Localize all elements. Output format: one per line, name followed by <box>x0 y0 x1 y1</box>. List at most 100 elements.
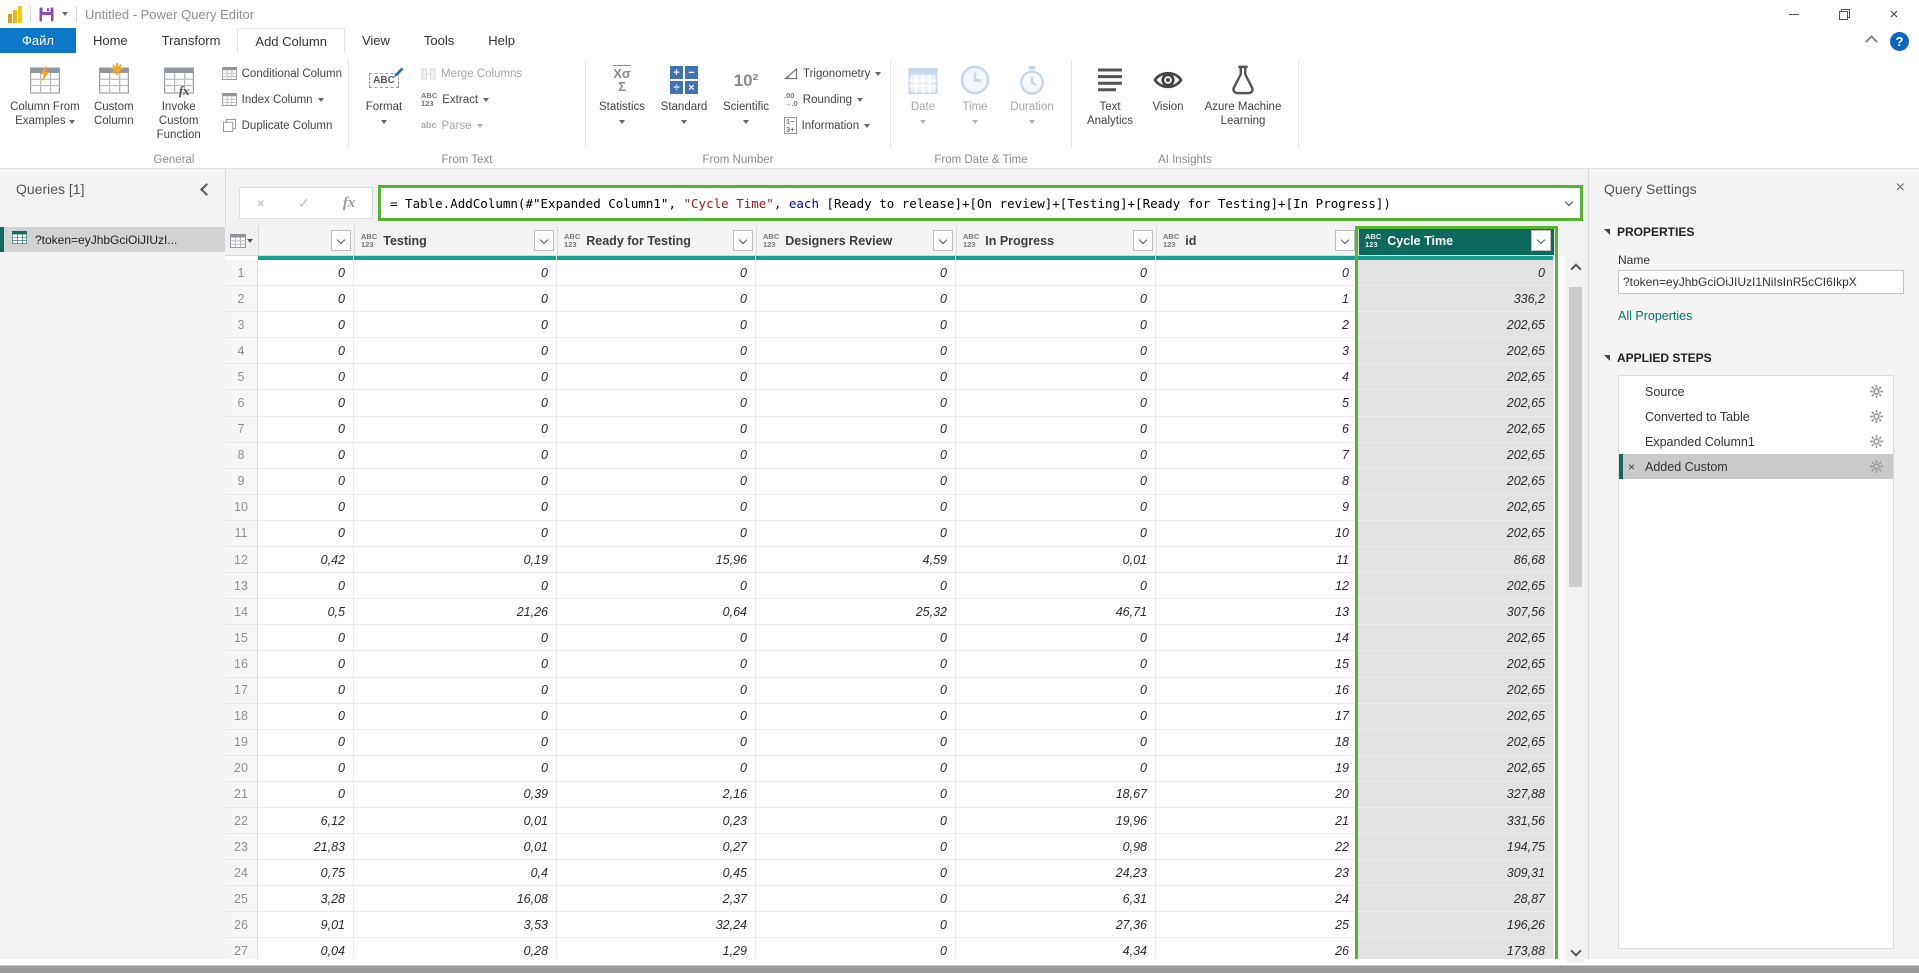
commit-formula-icon[interactable]: ✓ <box>298 195 310 212</box>
column-header-id[interactable]: ABC123id <box>1157 226 1359 256</box>
cell[interactable]: 0 <box>557 730 756 756</box>
row-number[interactable]: 20 <box>225 756 258 782</box>
format-button[interactable]: ABC Format <box>358 59 410 129</box>
cell[interactable]: 15,96 <box>557 547 756 573</box>
duration-button[interactable]: Duration <box>1004 59 1060 129</box>
row-number[interactable]: 14 <box>225 599 258 625</box>
statistics-button[interactable]: XσΣ Statistics <box>595 59 649 129</box>
cell[interactable]: 0 <box>258 651 354 677</box>
cell[interactable]: 0 <box>756 417 956 443</box>
cell[interactable]: 331,56 <box>1358 808 1554 834</box>
azure-machine-learning-button[interactable]: Azure Machine Learning <box>1197 59 1289 129</box>
row-number[interactable]: 1 <box>225 260 258 286</box>
cell[interactable]: 0 <box>956 573 1156 599</box>
cell[interactable]: 21,83 <box>258 834 354 860</box>
cell[interactable]: 0 <box>956 338 1156 364</box>
cell[interactable]: 0 <box>354 730 557 756</box>
cell[interactable]: 0 <box>354 443 557 469</box>
cell[interactable]: 0 <box>756 495 956 521</box>
cell[interactable]: 196,26 <box>1358 912 1554 938</box>
row-number[interactable]: 2 <box>225 286 258 312</box>
cell[interactable]: 0 <box>557 573 756 599</box>
row-number[interactable]: 6 <box>225 390 258 416</box>
cell[interactable]: 0 <box>756 730 956 756</box>
standard-button[interactable]: +− ÷× Standard <box>655 59 713 129</box>
cell[interactable]: 0 <box>956 364 1156 390</box>
row-number[interactable]: 7 <box>225 417 258 443</box>
cell[interactable]: 1,29 <box>557 938 756 959</box>
cell[interactable]: 0 <box>956 469 1156 495</box>
cell[interactable]: 32,24 <box>557 912 756 938</box>
cell[interactable]: 202,65 <box>1358 443 1554 469</box>
cell[interactable]: 0,19 <box>354 547 557 573</box>
cell[interactable]: 202,65 <box>1358 312 1554 338</box>
column-header-cycle-time[interactable]: ABC123Cycle Time <box>1359 226 1555 256</box>
cell[interactable]: 20 <box>1156 782 1358 808</box>
cell[interactable]: 0 <box>354 651 557 677</box>
cell[interactable]: 0 <box>557 286 756 312</box>
cell[interactable]: 0 <box>756 808 956 834</box>
step-settings-gear-icon[interactable] <box>1870 410 1883 423</box>
filter-button[interactable] <box>1133 230 1153 251</box>
select-all-button[interactable] <box>225 226 259 256</box>
query-name-input[interactable] <box>1618 270 1904 294</box>
cell[interactable]: 15 <box>1156 651 1358 677</box>
cell[interactable]: 22 <box>1156 834 1358 860</box>
cell[interactable]: 0 <box>557 495 756 521</box>
query-item[interactable]: ?token=eyJhbGciOiJIUzI... <box>0 227 225 252</box>
time-button[interactable]: Time <box>952 59 998 129</box>
cell[interactable]: 0,42 <box>258 547 354 573</box>
cell[interactable]: 24 <box>1156 886 1358 912</box>
cell[interactable]: 202,65 <box>1358 469 1554 495</box>
scroll-down-icon[interactable] <box>1570 945 1581 956</box>
cell[interactable]: 0 <box>756 704 956 730</box>
cell[interactable]: 2,16 <box>557 782 756 808</box>
cell[interactable]: 0 <box>557 756 756 782</box>
duplicate-column-button[interactable]: Duplicate Column <box>222 115 342 136</box>
cell[interactable]: 0 <box>756 338 956 364</box>
cell[interactable]: 0 <box>756 625 956 651</box>
row-number[interactable]: 3 <box>225 312 258 338</box>
close-button[interactable]: × <box>1869 0 1919 28</box>
tab-home[interactable]: Home <box>76 28 145 53</box>
cell[interactable]: 24,23 <box>956 860 1156 886</box>
cell[interactable]: 0 <box>354 286 557 312</box>
filter-button[interactable] <box>534 230 554 251</box>
cell[interactable]: 0 <box>956 730 1156 756</box>
save-icon[interactable] <box>39 7 54 22</box>
index-column-button[interactable]: Index Column <box>222 89 342 110</box>
cell[interactable]: 18,67 <box>956 782 1156 808</box>
row-number[interactable]: 15 <box>225 625 258 651</box>
cell[interactable]: 0 <box>756 886 956 912</box>
cell[interactable]: 6,31 <box>956 886 1156 912</box>
cell[interactable]: 0 <box>956 312 1156 338</box>
cell[interactable]: 0 <box>756 364 956 390</box>
cell[interactable]: 4,59 <box>756 547 956 573</box>
cell[interactable]: 0 <box>756 521 956 547</box>
cell[interactable]: 16 <box>1156 678 1358 704</box>
cell[interactable]: 7 <box>1156 443 1358 469</box>
cell[interactable]: 0 <box>956 286 1156 312</box>
cell[interactable]: 2 <box>1156 312 1358 338</box>
cell[interactable]: 0 <box>956 443 1156 469</box>
cell[interactable]: 86,68 <box>1358 547 1554 573</box>
cell[interactable]: 0 <box>557 651 756 677</box>
cell[interactable]: 0 <box>354 678 557 704</box>
row-number[interactable]: 11 <box>225 521 258 547</box>
cell[interactable]: 0 <box>756 756 956 782</box>
cell[interactable]: 0 <box>557 678 756 704</box>
cell[interactable]: 0,45 <box>557 860 756 886</box>
expand-formula-icon[interactable] <box>1565 198 1573 206</box>
cell[interactable]: 0 <box>756 312 956 338</box>
row-number[interactable]: 19 <box>225 730 258 756</box>
row-number[interactable]: 27 <box>225 938 258 959</box>
information-button[interactable]: 1−3+ Information <box>784 115 881 136</box>
row-number[interactable]: 26 <box>225 912 258 938</box>
row-number[interactable]: 10 <box>225 495 258 521</box>
row-number[interactable]: 24 <box>225 860 258 886</box>
row-number[interactable]: 9 <box>225 469 258 495</box>
row-number[interactable]: 8 <box>225 443 258 469</box>
tab-help[interactable]: Help <box>471 28 532 53</box>
cell[interactable]: 307,56 <box>1358 599 1554 625</box>
cell[interactable]: 21,26 <box>354 599 557 625</box>
